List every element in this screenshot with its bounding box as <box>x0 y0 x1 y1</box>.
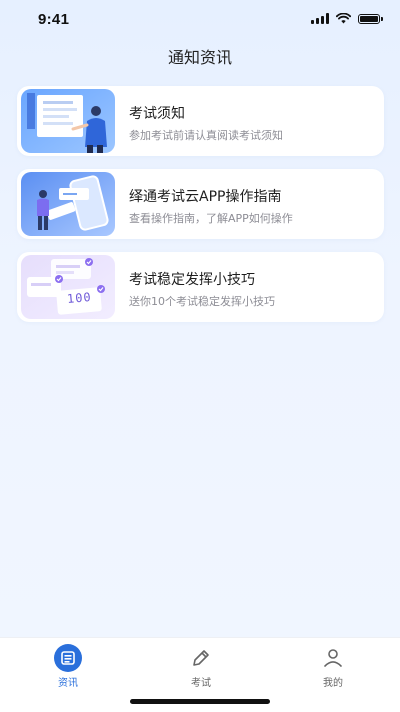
card-title: 考试稳定发挥小技巧 <box>129 272 255 288</box>
score-text: 100 <box>66 289 93 307</box>
pen-icon <box>185 644 217 672</box>
cellular-signal-icon <box>311 13 329 24</box>
home-indicator[interactable] <box>130 699 270 704</box>
tab-label: 考试 <box>191 678 211 689</box>
news-icon <box>52 644 84 672</box>
tab-exam[interactable]: 考试 <box>161 644 241 689</box>
news-card-app-guide[interactable]: 绎通考试云APP操作指南 查看操作指南，了解APP如何操作 <box>17 169 384 239</box>
app-guide-illustration <box>21 172 115 236</box>
wifi-icon <box>336 13 351 24</box>
news-card-exam-notice[interactable]: 考试须知 参加考试前请认真阅读考试须知 <box>17 86 384 156</box>
status-icons <box>311 13 383 24</box>
tab-label: 我的 <box>323 678 343 689</box>
exam-tips-illustration: 100 <box>21 255 115 319</box>
tab-profile[interactable]: 我的 <box>293 644 373 689</box>
status-time: 9:41 <box>38 11 70 28</box>
card-subtitle: 查看操作指南，了解APP如何操作 <box>129 212 293 225</box>
news-card-exam-tips[interactable]: 100 考试稳定发挥小技巧 送你10个考试稳定发挥小技巧 <box>17 252 384 322</box>
card-subtitle: 参加考试前请认真阅读考试须知 <box>129 129 283 142</box>
person-icon <box>317 644 349 672</box>
battery-icon <box>358 13 383 24</box>
news-list: 考试须知 参加考试前请认真阅读考试须知 绎通考试云APP操作指南 查看操作指南，… <box>17 86 384 335</box>
card-title: 绎通考试云APP操作指南 <box>129 189 282 205</box>
tab-label: 资讯 <box>58 678 78 689</box>
page-title: 通知资讯 <box>167 48 232 67</box>
exam-notice-illustration <box>21 89 115 153</box>
card-title: 考试须知 <box>129 106 185 122</box>
tab-news[interactable]: 资讯 <box>28 644 108 689</box>
status-bar: 9:41 <box>0 0 400 44</box>
card-subtitle: 送你10个考试稳定发挥小技巧 <box>129 295 275 308</box>
